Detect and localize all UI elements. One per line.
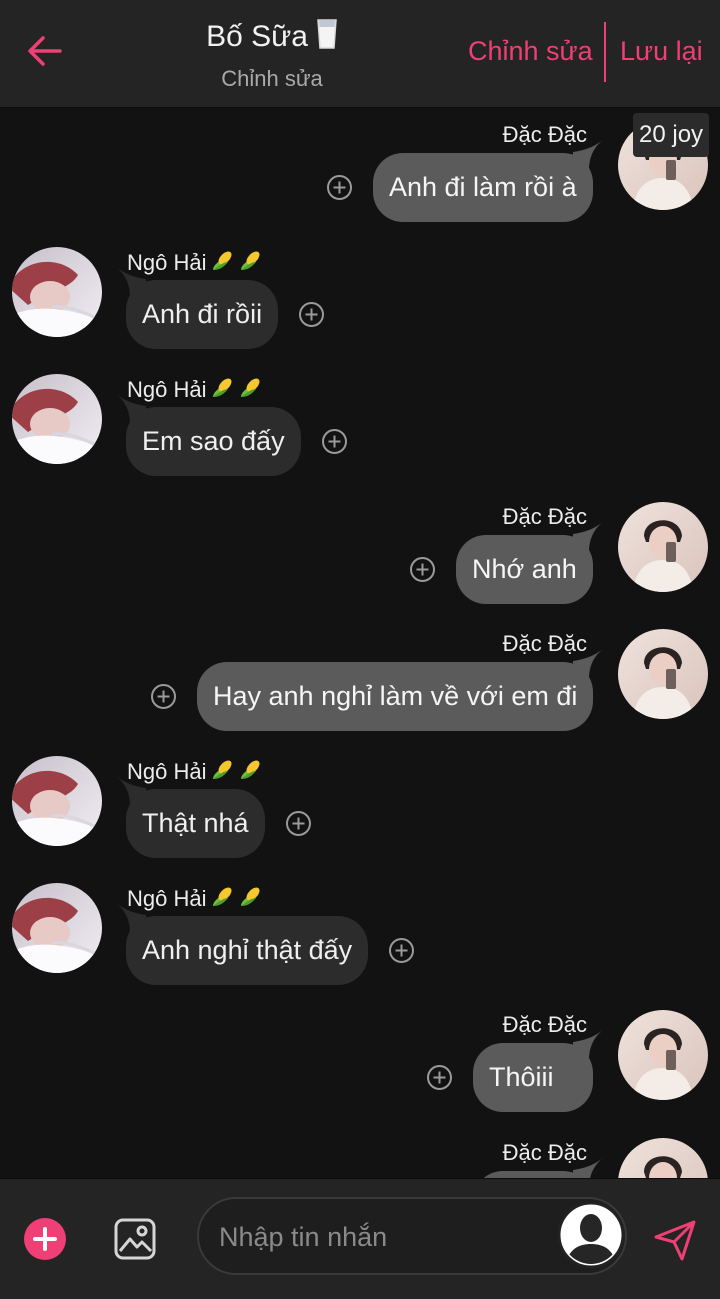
message-row: Ngô HảiThật nhá (0, 744, 720, 871)
add-reaction-icon[interactable] (388, 937, 415, 964)
add-reaction-icon[interactable] (326, 174, 353, 201)
add-reaction-icon[interactable] (285, 810, 312, 837)
my-avatar[interactable] (618, 629, 708, 719)
corn-icon (210, 249, 234, 279)
contact-avatar[interactable] (12, 374, 102, 464)
message-row: Ngô HảiEm sao đấy (0, 362, 720, 489)
back-arrow-icon[interactable] (24, 30, 66, 72)
message-row: Đặc ĐặcHay anh nghỉ làm về với em đi (0, 617, 720, 744)
chat-subtitle: Chỉnh sửa (180, 66, 364, 92)
corn-icon (238, 758, 262, 788)
header-divider (604, 22, 606, 82)
contact-avatar[interactable] (12, 247, 102, 337)
corn-icon (210, 376, 234, 406)
sender-name: Ngô Hải (127, 758, 262, 788)
message-bubble[interactable]: Thật nhá (126, 789, 265, 858)
message-row: Đặc Đặc (0, 1126, 720, 1178)
message-list[interactable]: Đặc ĐặcAnh đi làm rồi àNgô HảiAnh đi rồi… (0, 108, 720, 1178)
sender-name: Ngô Hải (127, 376, 262, 406)
add-reaction-icon[interactable] (426, 1064, 453, 1091)
message-bubble[interactable]: Anh đi rồii (126, 280, 278, 349)
save-button[interactable]: Lưu lại (620, 36, 703, 67)
chat-title-text: Bố Sữa (206, 20, 308, 53)
message-input[interactable] (217, 1213, 541, 1261)
add-reaction-icon[interactable] (298, 301, 325, 328)
my-avatar[interactable] (618, 1010, 708, 1100)
my-avatar[interactable] (618, 502, 708, 592)
sender-name: Ngô Hải (127, 885, 262, 915)
chat-title-block: Bố Sữa Chỉnh sửa (180, 18, 364, 92)
milk-glass-icon (316, 18, 338, 60)
chat-title: Bố Sữa (180, 18, 364, 60)
message-composer (0, 1178, 720, 1299)
contact-avatar[interactable] (12, 756, 102, 846)
message-row: Ngô HảiAnh đi rồii (0, 235, 720, 362)
my-avatar[interactable] (618, 1138, 708, 1178)
corn-icon (238, 249, 262, 279)
edit-button[interactable]: Chỉnh sửa (468, 36, 593, 67)
chat-header: Bố Sữa Chỉnh sửa Chỉnh sửa Lưu lại (0, 0, 720, 108)
message-row: Đặc ĐặcThôiii (0, 998, 720, 1125)
message-row: Ngô HảiAnh nghỉ thật đấy (0, 871, 720, 998)
message-row: Đặc ĐặcNhớ anh (0, 490, 720, 617)
send-icon[interactable] (652, 1217, 698, 1263)
message-bubble[interactable]: Thôiii (473, 1043, 593, 1112)
corn-icon (210, 758, 234, 788)
message-input-box (197, 1197, 627, 1275)
contact-avatar[interactable] (12, 883, 102, 973)
corn-icon (210, 885, 234, 915)
add-reaction-icon[interactable] (150, 683, 177, 710)
sender-name: Ngô Hải (127, 249, 262, 279)
image-gallery-icon[interactable] (113, 1217, 157, 1261)
joy-badge: 20 joy (633, 113, 709, 157)
add-reaction-icon[interactable] (409, 556, 436, 583)
message-bubble[interactable]: Em sao đấy (126, 407, 301, 476)
message-bubble[interactable]: Anh nghỉ thật đấy (126, 916, 368, 985)
sender-avatar-icon[interactable] (557, 1201, 625, 1269)
message-bubble[interactable]: Nhớ anh (456, 535, 593, 604)
message-bubble[interactable]: Hay anh nghỉ làm về với em đi (197, 662, 593, 731)
add-reaction-icon[interactable] (321, 428, 348, 455)
message-row: Đặc ĐặcAnh đi làm rồi à (0, 108, 720, 235)
corn-icon (238, 885, 262, 915)
message-bubble[interactable]: Anh đi làm rồi à (373, 153, 593, 222)
add-plus-icon[interactable] (24, 1218, 66, 1260)
corn-icon (238, 376, 262, 406)
